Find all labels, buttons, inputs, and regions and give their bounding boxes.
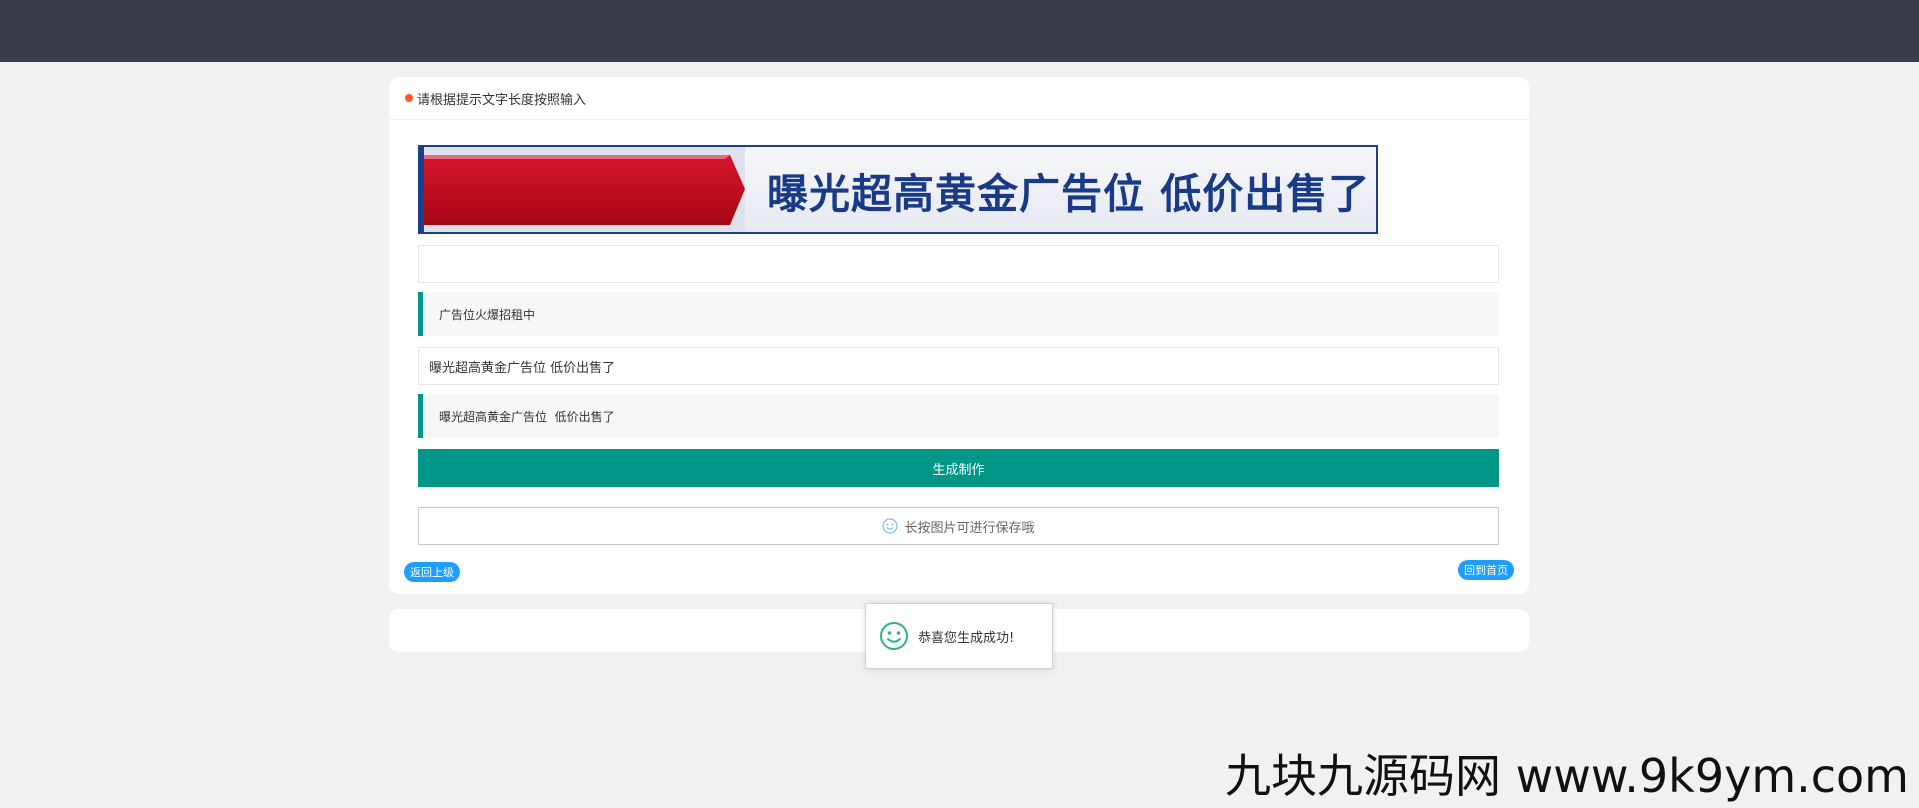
hint-quote-1-text: 广告位火爆招租中	[439, 307, 536, 322]
banner-title: 曝光超高黄金广告位 低价出售了	[767, 169, 1371, 218]
smile-icon	[882, 518, 898, 534]
hint-quote-2: 曝光超高黄金广告位 低价出售了	[418, 394, 1499, 438]
red-arrow-graphic	[420, 147, 745, 232]
card-header: 请根据提示文字长度按照输入	[389, 77, 1529, 120]
success-toast: 恭喜您生成成功!	[865, 603, 1053, 669]
save-tip-text: 长按图片可进行保存哦	[904, 520, 1035, 536]
watermark: 九块九源码网 www.9k9ym.com	[1225, 749, 1909, 803]
smile-icon	[880, 622, 908, 650]
hint-quote-1: 广告位火爆招租中	[418, 292, 1499, 336]
notice-dot-icon	[405, 94, 413, 102]
home-button-label: 回到首页	[1464, 564, 1508, 577]
main-card: 请根据提示文字长度按照输入 曝光超高黄金广告位 低价出售了 广告位火爆招租中 曝…	[389, 77, 1529, 594]
notice-text: 请根据提示文字长度按照输入	[417, 92, 587, 108]
back-button-label: 返回上级	[410, 566, 454, 579]
text-input-2[interactable]	[418, 347, 1499, 385]
banner-image: 曝光超高黄金广告位 低价出售了	[418, 145, 1378, 234]
back-button[interactable]: 返回上级	[404, 562, 460, 582]
generate-button[interactable]: 生成制作	[418, 449, 1499, 487]
top-navbar	[0, 0, 1919, 62]
hint-quote-2-text: 曝光超高黄金广告位 低价出售了	[439, 409, 615, 424]
home-button[interactable]: 回到首页	[1458, 560, 1514, 580]
text-input-1[interactable]	[418, 245, 1499, 283]
toast-message: 恭喜您生成成功!	[918, 630, 1015, 646]
save-tip-box: 长按图片可进行保存哦	[418, 507, 1499, 545]
